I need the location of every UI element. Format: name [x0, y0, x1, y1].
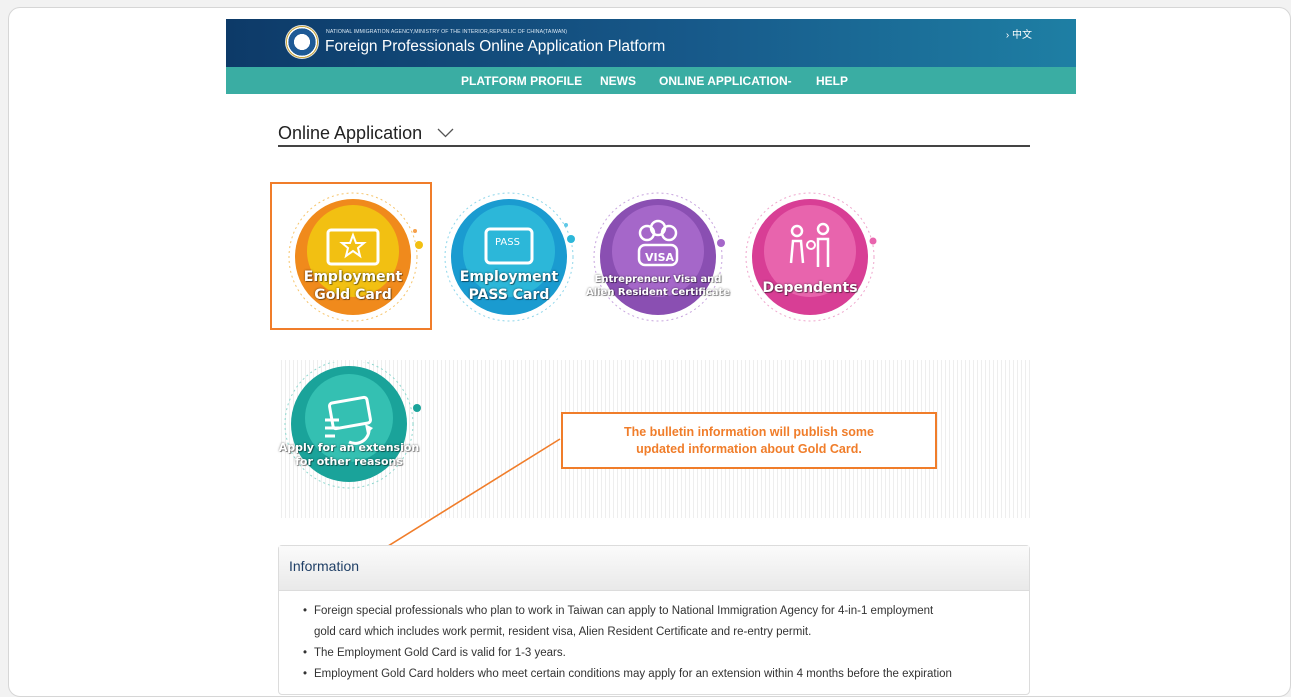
list-item: gold card which includes work permit, re…: [314, 626, 812, 638]
svg-text:PASS: PASS: [495, 237, 520, 248]
site-header: NATIONAL IMMIGRATION AGENCY,MINISTRY OF …: [226, 19, 1076, 67]
svg-text:VISA: VISA: [645, 251, 675, 264]
information-header: Information: [279, 546, 1029, 591]
service-label: Alien Resident Certificate: [585, 287, 731, 298]
callout-line-2: updated information about Gold Card.: [636, 441, 862, 456]
nav-help[interactable]: HELP: [816, 74, 848, 88]
main-nav: PLATFORM PROFILE NEWS ONLINE APPLICATION…: [226, 67, 1076, 94]
information-list: Foreign special professionals who plan t…: [278, 601, 1058, 685]
title-underline: [278, 145, 1030, 147]
list-item: Foreign special professionals who plan t…: [303, 601, 1058, 622]
agency-emblem-icon: [285, 25, 319, 59]
family-icon: [745, 192, 877, 322]
bulletin-callout: The bulletin information will publish so…: [561, 412, 937, 469]
chevron-down-icon[interactable]: [437, 128, 454, 138]
nav-online-application[interactable]: ONLINE APPLICATION-: [659, 74, 792, 88]
service-label: Employment: [459, 269, 559, 285]
service-label: Apply for an extension: [278, 441, 420, 454]
service-dependents[interactable]: Dependents: [735, 187, 885, 327]
service-apply-extension[interactable]: Apply for an extension for other reasons: [277, 362, 427, 502]
service-label: Dependents: [762, 280, 858, 296]
callout-line-1: The bulletin information will publish so…: [623, 424, 874, 439]
selected-highlight: [270, 182, 432, 330]
list-item: Employment Gold Card holders who meet ce…: [303, 664, 1058, 685]
service-employment-pass-card[interactable]: PASS Employment PASS Card: [434, 187, 584, 327]
service-entrepreneur-visa[interactable]: VISA Entrepreneur Visa and Alien Residen…: [583, 187, 733, 327]
extension-card-icon: [284, 362, 421, 489]
nav-news[interactable]: NEWS: [600, 74, 636, 88]
list-item: The Employment Gold Card is valid for 1-…: [303, 643, 1058, 664]
service-label: PASS Card: [468, 287, 550, 303]
service-label: Entrepreneur Visa and: [594, 274, 722, 285]
page-title[interactable]: Online Application: [278, 123, 422, 144]
platform-title[interactable]: Foreign Professionals Online Application…: [325, 38, 665, 56]
nav-platform-profile[interactable]: PLATFORM PROFILE: [461, 74, 582, 88]
visa-group-icon: VISA: [593, 192, 725, 322]
language-switch-link[interactable]: › 中文: [1006, 26, 1032, 41]
information-title: Information: [289, 558, 360, 574]
agency-name: NATIONAL IMMIGRATION AGENCY,MINISTRY OF …: [326, 29, 568, 35]
service-label: for other reasons: [295, 455, 403, 468]
pass-card-icon: PASS: [444, 192, 575, 322]
